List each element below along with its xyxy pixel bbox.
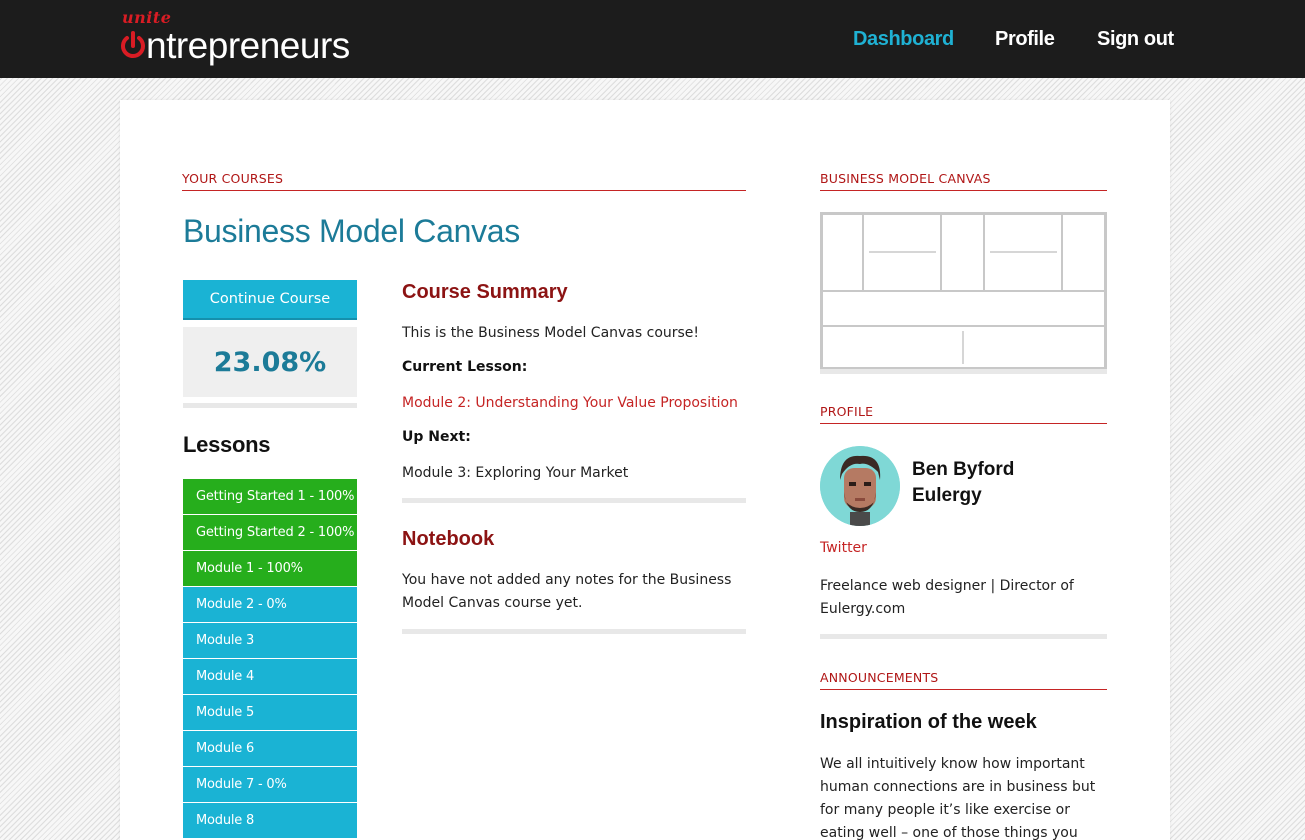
lesson-item[interactable]: Module 4 xyxy=(183,659,357,694)
lesson-item[interactable]: Module 3 xyxy=(183,623,357,658)
business-model-canvas-label: BUSINESS MODEL CANVAS xyxy=(820,171,1107,191)
up-next-label: Up Next: xyxy=(402,429,471,445)
continue-course-button[interactable]: Continue Course xyxy=(183,280,357,320)
nav-profile[interactable]: Profile xyxy=(995,28,1055,56)
nav-dashboard[interactable]: Dashboard xyxy=(853,28,954,56)
profile-company: Eulergy xyxy=(912,485,982,506)
lesson-item[interactable]: Module 2 - 0% xyxy=(183,587,357,622)
divider xyxy=(402,629,746,634)
lesson-item[interactable]: Module 6 xyxy=(183,731,357,766)
announcement-title: Inspiration of the week xyxy=(820,711,1037,733)
business-model-canvas-thumbnail[interactable] xyxy=(820,212,1107,372)
divider xyxy=(402,498,746,503)
lessons-heading: Lessons xyxy=(183,432,271,457)
notebook-heading: Notebook xyxy=(402,528,495,550)
current-lesson-label: Current Lesson: xyxy=(402,359,528,375)
site-logo[interactable]: unite ntrepreneurs xyxy=(120,8,375,68)
announcements-label: ANNOUNCEMENTS xyxy=(820,670,1107,690)
power-icon xyxy=(121,31,145,58)
twitter-link[interactable]: Twitter xyxy=(820,540,867,556)
nav-sign-out[interactable]: Sign out xyxy=(1097,28,1174,56)
profile-bio: Freelance web designer | Director of Eul… xyxy=(820,578,1074,617)
top-navigation-bar: unite ntrepreneurs Dashboard Profile Sig… xyxy=(0,0,1305,78)
course-progress: 23.08% xyxy=(183,327,357,397)
course-title[interactable]: Business Model Canvas xyxy=(183,213,520,250)
lesson-item[interactable]: Module 5 xyxy=(183,695,357,730)
lesson-item[interactable]: Getting Started 1 - 100% xyxy=(183,479,357,514)
divider xyxy=(820,369,1107,374)
course-intro: This is the Business Model Canvas course… xyxy=(402,325,700,341)
profile-label: PROFILE xyxy=(820,404,1107,424)
divider xyxy=(820,634,1107,639)
lesson-item[interactable]: Module 8 xyxy=(183,803,357,838)
announcement-text: We all intuitively know how important hu… xyxy=(820,756,1096,840)
current-lesson-link[interactable]: Module 2: Understanding Your Value Propo… xyxy=(402,395,738,411)
lesson-list: Getting Started 1 - 100% Getting Started … xyxy=(183,479,357,839)
profile-person-name: Ben Byford xyxy=(912,459,1015,480)
lesson-item[interactable]: Getting Started 2 - 100% xyxy=(183,515,357,550)
lesson-item[interactable]: Module 7 - 0% xyxy=(183,767,357,802)
your-courses-label: YOUR COURSES xyxy=(182,171,746,191)
divider xyxy=(183,403,357,408)
logo-wordmark: ntrepreneurs xyxy=(146,25,350,66)
profile-name[interactable]: Ben Byford Eulergy xyxy=(912,457,1014,509)
course-summary-heading: Course Summary xyxy=(402,281,568,303)
avatar[interactable] xyxy=(820,446,900,526)
notebook-empty-text: You have not added any notes for the Bus… xyxy=(402,572,732,611)
up-next-lesson: Module 3: Exploring Your Market xyxy=(402,465,629,481)
lesson-item[interactable]: Module 1 - 100% xyxy=(183,551,357,586)
